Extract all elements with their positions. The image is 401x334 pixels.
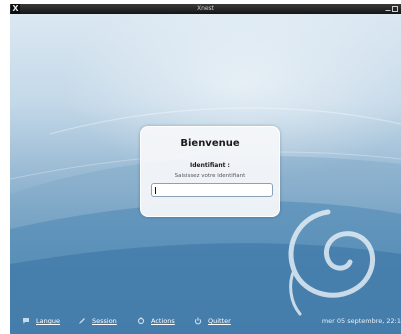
title-bar[interactable]: X Xnest bbox=[10, 4, 401, 14]
xnest-window: X Xnest Bienvenue Identifiant : Saisisse… bbox=[0, 0, 401, 334]
window-title: Xnest bbox=[196, 5, 215, 12]
bottom-bar: Langue Session Actions Quitter mer 05 se… bbox=[10, 314, 401, 328]
minimize-icon[interactable] bbox=[385, 6, 391, 12]
login-dialog: Bienvenue Identifiant : Saisissez votre … bbox=[140, 126, 280, 217]
quitter-label: Quitter bbox=[208, 317, 231, 325]
quitter-button[interactable]: Quitter bbox=[194, 314, 231, 328]
maximize-icon[interactable] bbox=[392, 6, 398, 12]
langue-button[interactable]: Langue bbox=[22, 314, 60, 328]
actions-icon bbox=[137, 317, 145, 325]
actions-label: Actions bbox=[151, 317, 175, 325]
text-caret bbox=[155, 187, 156, 194]
power-icon bbox=[194, 317, 202, 325]
date-time: mer 05 septembre, 22:1 bbox=[321, 317, 401, 325]
login-screen: Bienvenue Identifiant : Saisissez votre … bbox=[10, 14, 401, 334]
welcome-heading: Bienvenue bbox=[180, 138, 240, 149]
actions-button[interactable]: Actions bbox=[137, 314, 175, 328]
username-input[interactable] bbox=[151, 183, 273, 197]
username-hint: Saisissez votre identifiant bbox=[174, 173, 246, 179]
speech-bubble-icon bbox=[23, 318, 29, 324]
session-button[interactable]: Session bbox=[78, 314, 117, 328]
pen-icon bbox=[79, 318, 85, 324]
session-label: Session bbox=[92, 317, 117, 325]
username-label: Identifiant : bbox=[190, 162, 230, 169]
langue-label: Langue bbox=[36, 317, 60, 325]
